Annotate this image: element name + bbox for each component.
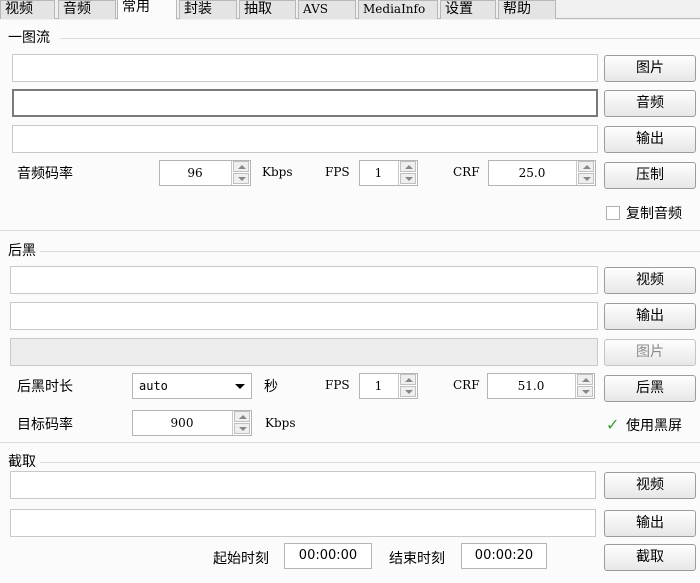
- spin-up-icon[interactable]: [233, 161, 249, 172]
- target-bitrate-spinner[interactable]: 900: [132, 410, 252, 436]
- black-output-path-input[interactable]: [10, 302, 598, 330]
- fps-spinner[interactable]: 1: [359, 160, 418, 186]
- output-button[interactable]: 输出: [604, 126, 696, 153]
- tab-mux[interactable]: 封装: [179, 0, 237, 19]
- target-bitrate-value[interactable]: 900: [133, 411, 231, 435]
- image-button[interactable]: 图片: [604, 55, 696, 82]
- crf-label: CRF: [453, 165, 480, 179]
- cut-video-button[interactable]: 视频: [604, 472, 696, 499]
- black-tail-button[interactable]: 后黑: [604, 375, 696, 402]
- copy-audio-label: 复制音频: [626, 206, 682, 222]
- section-title-black-tail: 后黑: [8, 243, 36, 259]
- use-black-screen-label: 使用黑屏: [626, 418, 682, 434]
- black-duration-select[interactable]: auto: [132, 373, 252, 399]
- black-fps-spinner[interactable]: 1: [359, 373, 418, 399]
- black-video-path-input[interactable]: [10, 266, 598, 294]
- chevron-down-icon[interactable]: [235, 384, 245, 389]
- black-output-button[interactable]: 输出: [604, 303, 696, 330]
- seconds-label: 秒: [264, 379, 278, 395]
- tab-mediainfo[interactable]: MediaInfo: [358, 0, 438, 19]
- section-divider: [40, 462, 700, 463]
- target-bitrate-label: 目标码率: [17, 417, 73, 433]
- black-duration-label: 后黑时长: [17, 379, 73, 395]
- audio-bitrate-value[interactable]: 96: [160, 161, 230, 185]
- start-time-input[interactable]: 00:00:00: [284, 543, 372, 569]
- black-duration-value: auto: [139, 379, 168, 393]
- target-kbps-label: Kbps: [265, 416, 296, 430]
- spin-up-icon[interactable]: [400, 161, 416, 172]
- black-crf-label: CRF: [453, 378, 480, 392]
- compress-button[interactable]: 压制: [604, 162, 696, 189]
- audio-bitrate-spinner[interactable]: 96: [159, 160, 251, 186]
- section-divider: [0, 442, 700, 443]
- section-title-cut: 截取: [8, 454, 36, 470]
- end-time-label: 结束时刻: [389, 551, 445, 567]
- tab-extract[interactable]: 抽取: [239, 0, 296, 19]
- tab-help[interactable]: 帮助: [498, 0, 556, 19]
- checkbox-icon[interactable]: [606, 206, 620, 220]
- black-fps-label: FPS: [325, 378, 350, 392]
- spin-down-icon[interactable]: [234, 423, 250, 434]
- black-video-button[interactable]: 视频: [604, 267, 696, 294]
- spin-down-icon[interactable]: [400, 386, 416, 397]
- checkmark-icon[interactable]: ✓: [606, 417, 620, 433]
- tab-avs[interactable]: AVS: [298, 0, 356, 19]
- spin-up-icon[interactable]: [400, 374, 416, 385]
- section-divider: [40, 251, 700, 252]
- cut-output-button[interactable]: 输出: [604, 510, 696, 537]
- kbps-label: Kbps: [262, 165, 293, 179]
- start-time-label: 起始时刻: [213, 551, 269, 567]
- fps-value[interactable]: 1: [360, 161, 397, 185]
- spin-up-icon[interactable]: [234, 411, 250, 422]
- crf-value[interactable]: 25.0: [489, 161, 575, 185]
- tab-bar: 视频 音频 常用 封装 抽取 AVS MediaInfo 设置 帮助: [0, 0, 700, 20]
- use-black-screen-checkbox[interactable]: ✓ 使用黑屏: [606, 415, 682, 435]
- crf-spinner[interactable]: 25.0: [488, 160, 596, 186]
- spin-down-icon[interactable]: [400, 173, 416, 184]
- image-path-input[interactable]: [12, 54, 598, 82]
- black-crf-value[interactable]: 51.0: [488, 374, 574, 398]
- audio-bitrate-label: 音频码率: [17, 166, 73, 182]
- cut-video-path-input[interactable]: [10, 471, 596, 499]
- black-crf-spinner[interactable]: 51.0: [487, 373, 595, 399]
- black-image-button: 图片: [604, 339, 696, 366]
- black-fps-value[interactable]: 1: [360, 374, 397, 398]
- output-path-input[interactable]: [12, 125, 598, 153]
- spin-up-icon[interactable]: [577, 374, 593, 385]
- section-title-single-image: 一图流: [8, 30, 50, 46]
- spin-down-icon[interactable]: [233, 173, 249, 184]
- spin-up-icon[interactable]: [578, 161, 594, 172]
- copy-audio-checkbox[interactable]: 复制音频: [606, 203, 682, 223]
- spin-down-icon[interactable]: [577, 386, 593, 397]
- audio-button[interactable]: 音频: [604, 90, 696, 117]
- section-divider: [0, 230, 700, 231]
- audio-path-input[interactable]: [12, 89, 598, 117]
- end-time-input[interactable]: 00:00:20: [461, 543, 547, 569]
- cut-button[interactable]: 截取: [604, 544, 696, 571]
- tab-panel-common: 一图流 图片 音频 输出 音频码率 96 Kbps FPS 1 CRF 25.0…: [0, 20, 700, 583]
- spin-down-icon[interactable]: [578, 173, 594, 184]
- section-divider: [60, 38, 700, 39]
- tab-audio[interactable]: 音频: [58, 0, 116, 19]
- black-image-path-input: [10, 338, 598, 366]
- tab-common[interactable]: 常用: [117, 0, 177, 20]
- tab-settings[interactable]: 设置: [440, 0, 496, 19]
- tab-video[interactable]: 视频: [0, 0, 55, 19]
- fps-label: FPS: [325, 165, 350, 179]
- cut-output-path-input[interactable]: [10, 509, 596, 537]
